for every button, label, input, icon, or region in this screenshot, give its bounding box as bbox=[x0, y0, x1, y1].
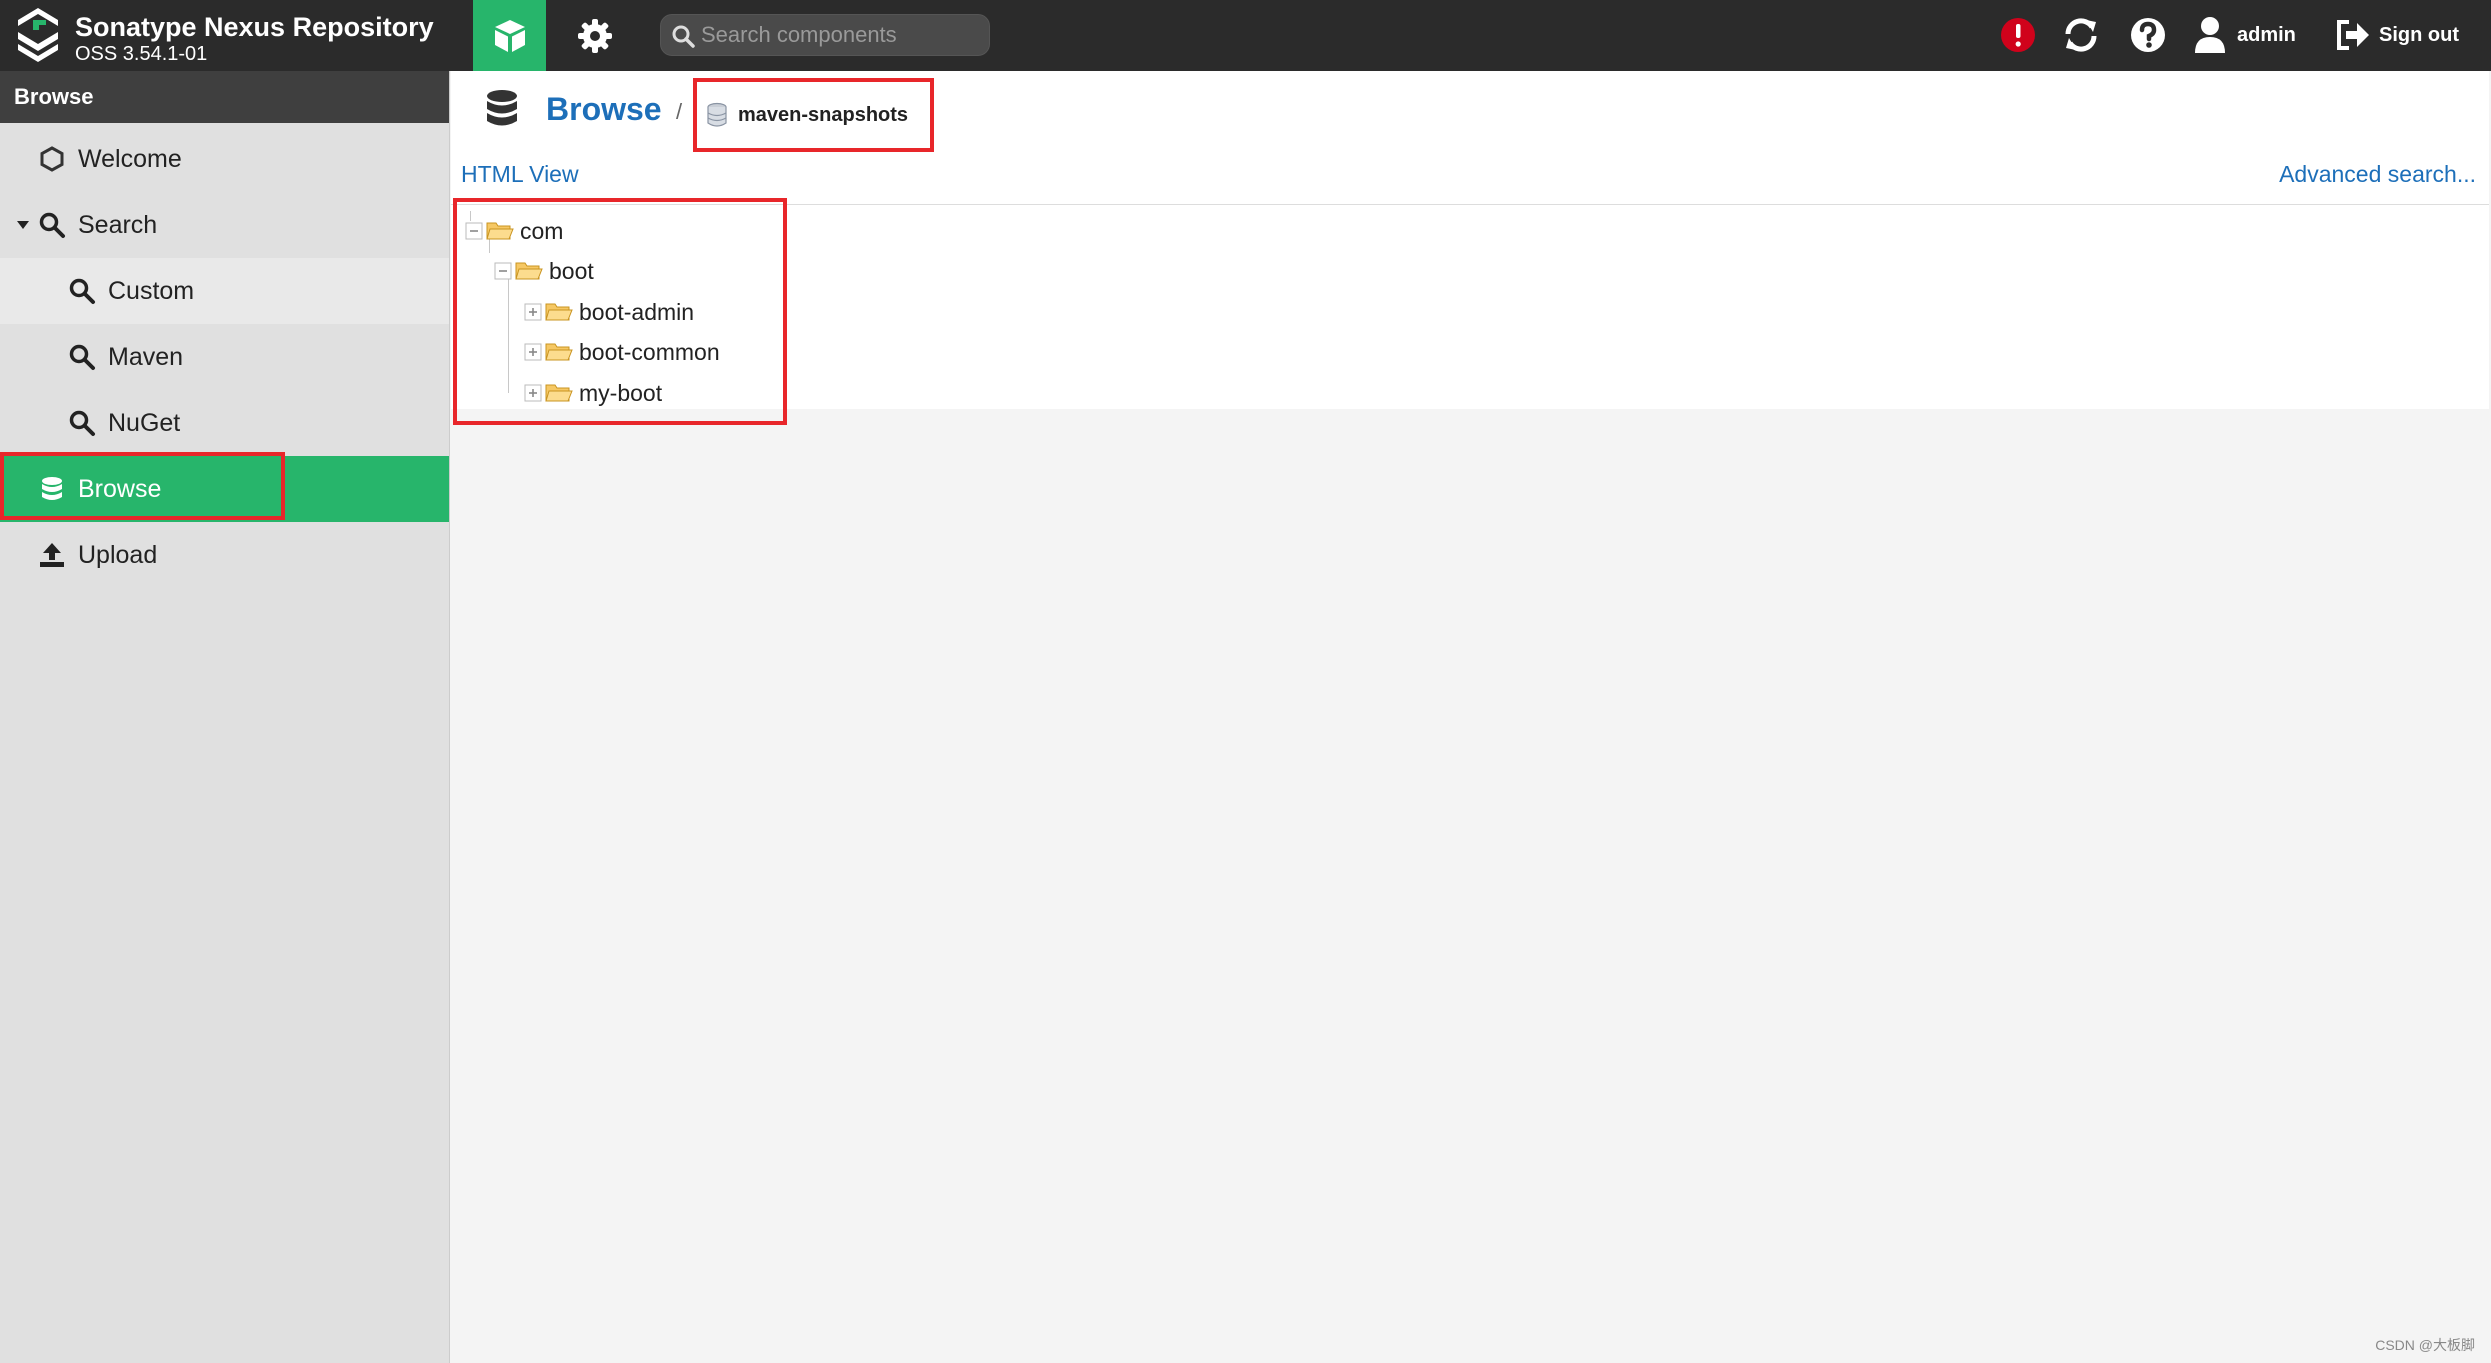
sign-out-button[interactable]: Sign out bbox=[2335, 12, 2459, 58]
highlight-box-breadcrumb-repo bbox=[693, 78, 934, 152]
sidebar-item-label: Upload bbox=[78, 540, 158, 569]
search-icon bbox=[672, 25, 695, 48]
search-components-input[interactable] bbox=[701, 19, 981, 51]
search-icon bbox=[69, 410, 95, 436]
refresh-icon[interactable] bbox=[2060, 14, 2102, 56]
sidebar-item-custom[interactable]: Custom bbox=[0, 258, 449, 324]
search-icon bbox=[69, 344, 95, 370]
cube-icon bbox=[494, 19, 525, 52]
highlight-box-component-tree bbox=[453, 198, 787, 425]
alert-icon[interactable] bbox=[1997, 14, 2039, 56]
hexagon-icon bbox=[40, 146, 64, 172]
user-icon bbox=[2195, 17, 2225, 53]
browse-mode-button[interactable] bbox=[473, 0, 546, 71]
breadcrumb-separator: / bbox=[676, 99, 683, 124]
app-title: Sonatype Nexus Repository bbox=[75, 12, 434, 42]
database-icon bbox=[487, 90, 517, 126]
sign-out-icon bbox=[2337, 20, 2369, 50]
user-menu[interactable]: admin bbox=[2193, 12, 2296, 58]
gear-icon bbox=[578, 18, 612, 53]
app-version: OSS 3.54.1-01 bbox=[75, 43, 208, 65]
advanced-search-link[interactable]: Advanced search... bbox=[2279, 161, 2476, 188]
highlight-box-browse-nav bbox=[0, 452, 285, 520]
sidebar-item-welcome[interactable]: Welcome bbox=[0, 126, 449, 192]
sidebar-item-search[interactable]: Search bbox=[0, 192, 449, 258]
search-icon bbox=[39, 212, 65, 238]
sidebar: Browse Welcome Search Custom Maven NuGet… bbox=[0, 71, 450, 1363]
search-components-box[interactable] bbox=[660, 14, 990, 56]
nexus-logo-icon bbox=[18, 8, 58, 62]
sidebar-item-label: Maven bbox=[108, 342, 184, 371]
upload-icon bbox=[40, 543, 64, 567]
sidebar-item-label: Search bbox=[78, 210, 158, 239]
top-header: Sonatype Nexus Repository OSS 3.54.1-01 bbox=[0, 0, 2491, 71]
search-icon bbox=[69, 278, 95, 304]
sidebar-item-upload[interactable]: Upload bbox=[0, 522, 449, 588]
sidebar-header: Browse bbox=[0, 71, 449, 123]
sidebar-item-nuget[interactable]: NuGet bbox=[0, 390, 449, 456]
user-label: admin bbox=[2237, 23, 2296, 46]
caret-down-icon bbox=[17, 221, 29, 229]
watermark: CSDN @大板脚 bbox=[2375, 1337, 2475, 1353]
sidebar-item-label: NuGet bbox=[108, 408, 181, 437]
admin-mode-button[interactable] bbox=[560, 0, 630, 71]
sign-out-label: Sign out bbox=[2379, 23, 2459, 46]
sidebar-item-label: Custom bbox=[108, 276, 195, 305]
breadcrumb-browse-link[interactable]: Browse bbox=[546, 91, 662, 128]
html-view-link[interactable]: HTML View bbox=[461, 161, 579, 188]
sidebar-item-maven[interactable]: Maven bbox=[0, 324, 449, 390]
help-icon[interactable] bbox=[2127, 14, 2169, 56]
sidebar-item-label: Welcome bbox=[78, 144, 182, 173]
